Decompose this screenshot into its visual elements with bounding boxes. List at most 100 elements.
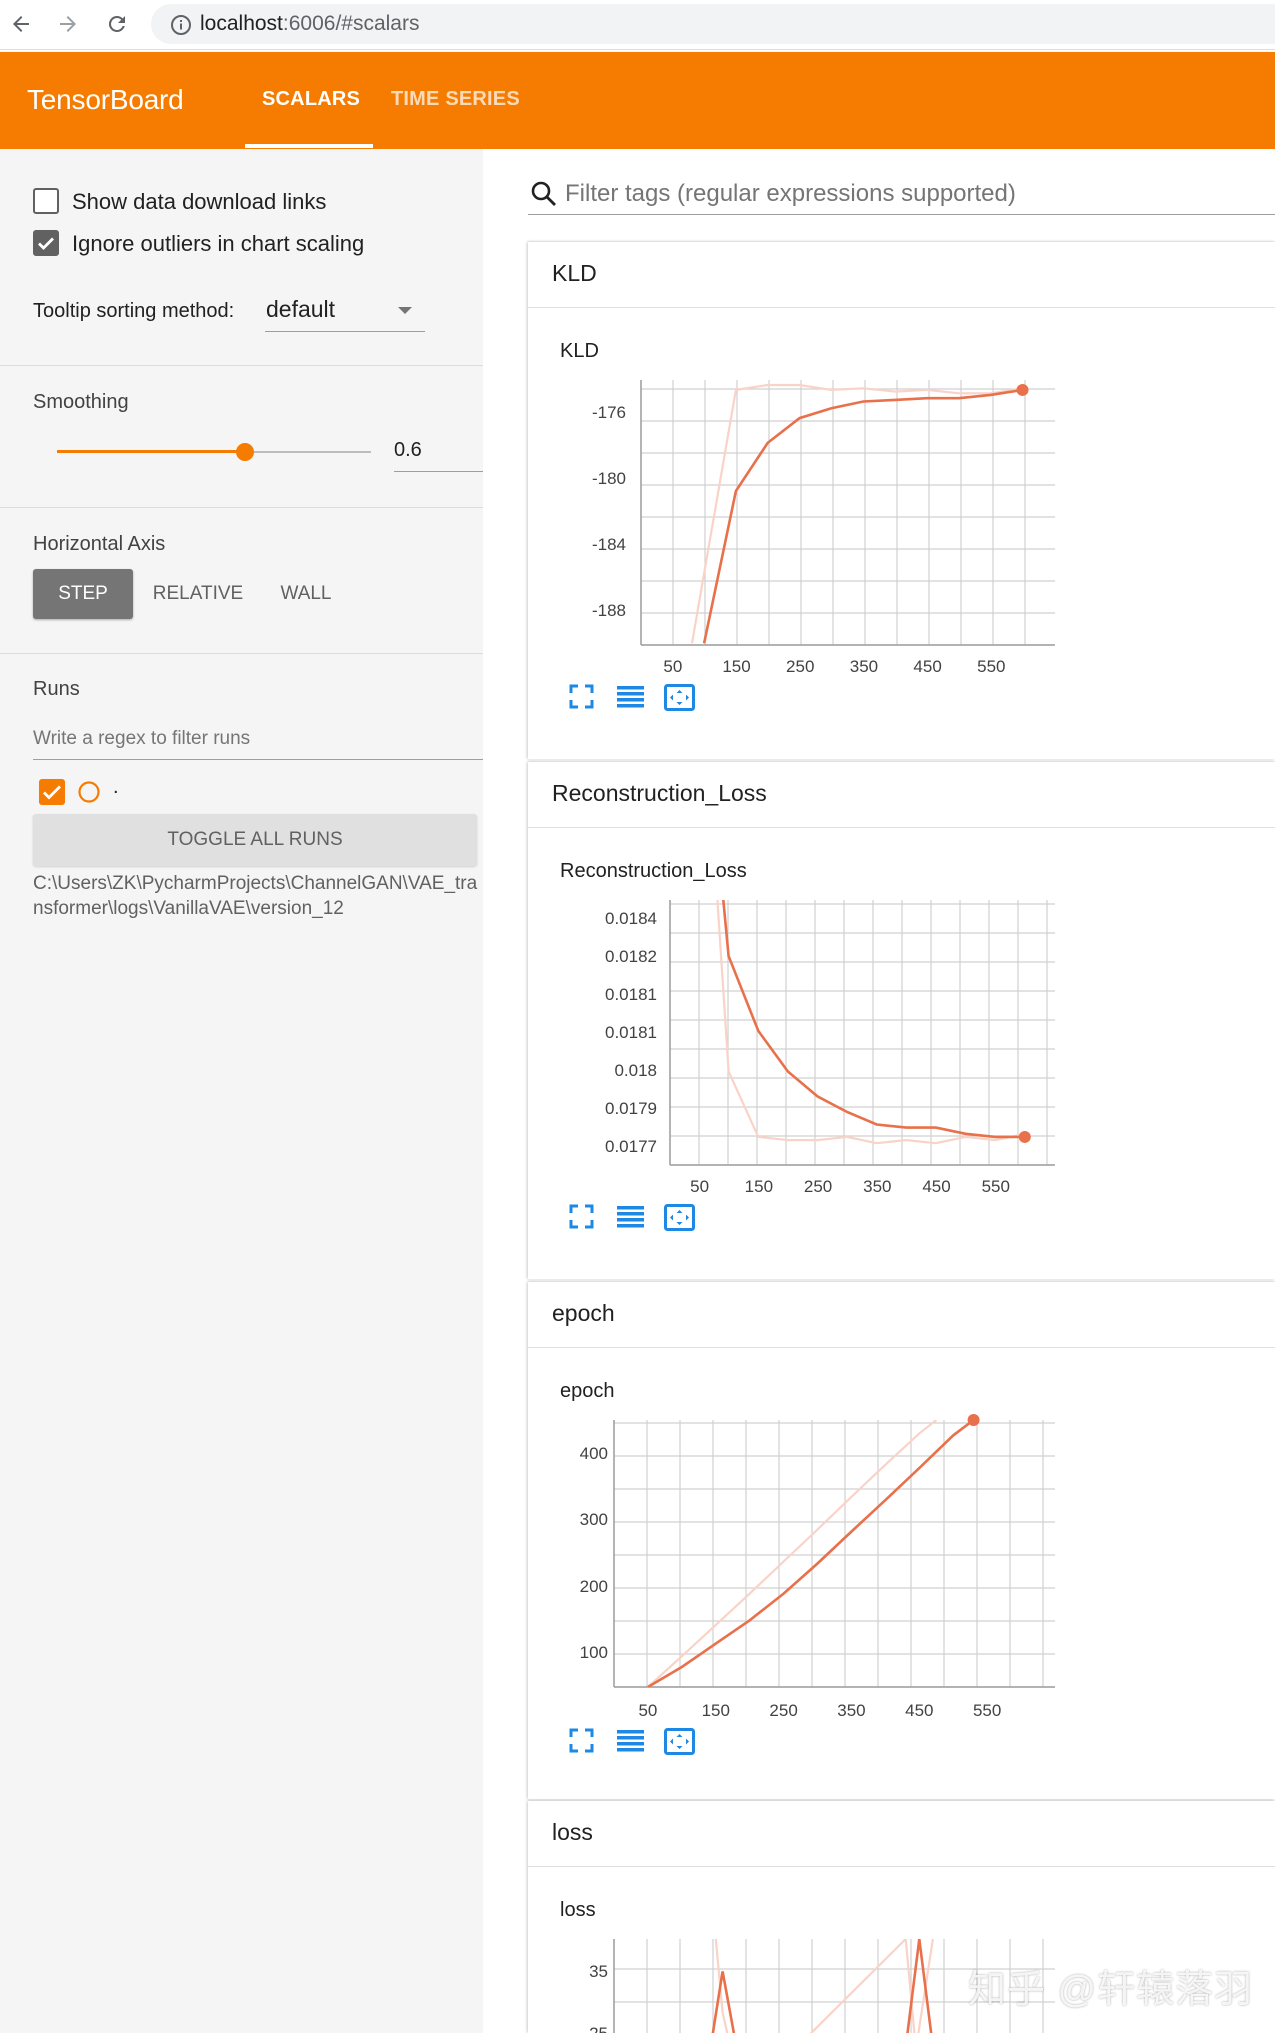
ignore-outliers-checkbox[interactable] xyxy=(33,230,59,256)
chart-controls xyxy=(569,1728,695,1755)
fullscreen-icon[interactable] xyxy=(569,1204,594,1229)
x-tick-label: 450 xyxy=(905,1701,933,1720)
y-tick-label: 300 xyxy=(580,1510,608,1529)
y-tick-label: 0.0181 xyxy=(605,985,657,1004)
x-tick-label: 350 xyxy=(850,657,878,676)
reload-icon xyxy=(108,15,125,32)
y-tick-label: -184 xyxy=(592,535,626,554)
dropdown-arrow-icon xyxy=(398,307,412,314)
fullscreen-icon[interactable] xyxy=(569,1728,594,1753)
tooltip-sorting-label: Tooltip sorting method: xyxy=(33,300,235,322)
axis-wall-button[interactable]: WALL xyxy=(271,569,341,619)
info-icon[interactable] xyxy=(170,14,192,36)
x-tick-label: 250 xyxy=(769,1701,797,1720)
y-tick-label: 100 xyxy=(580,1643,608,1662)
x-tick-label: 250 xyxy=(804,1177,832,1196)
x-tick-label: 550 xyxy=(977,657,1005,676)
x-tick-label: 350 xyxy=(837,1701,865,1720)
toggle-log-scale-icon[interactable] xyxy=(617,1730,644,1752)
show-download-links-label: Show data download links xyxy=(72,189,327,214)
watermark: 知乎 @轩辕落羽 xyxy=(968,1969,1254,2011)
x-tick-label: 50 xyxy=(638,1701,657,1720)
y-tick-label: 0.0179 xyxy=(605,1099,657,1118)
smoothing-value: 0.6 xyxy=(394,439,422,461)
axis-step-button[interactable]: STEP xyxy=(33,569,133,619)
active-tab-indicator xyxy=(245,144,373,148)
chart-controls xyxy=(569,684,695,711)
y-tick-label: 0.0184 xyxy=(605,909,657,928)
y-tick-label: 0.018 xyxy=(614,1061,657,1080)
fit-domain-icon[interactable] xyxy=(664,1728,695,1755)
tag-filter-input[interactable] xyxy=(528,214,1275,215)
epoch-chart[interactable]: 400 300 200 100 50 150 250 350 450 550 xyxy=(528,1282,1275,1799)
series-line-raw xyxy=(690,383,1023,644)
chart-grid xyxy=(640,380,1055,646)
runs-label: Runs xyxy=(33,678,80,700)
toggle-all-runs-button[interactable]: TOGGLE ALL RUNS xyxy=(33,814,477,866)
slider-knob[interactable] xyxy=(236,443,255,461)
slider-track-active xyxy=(57,450,246,453)
y-tick-label: -176 xyxy=(592,403,626,422)
x-tick-label: 50 xyxy=(690,1177,709,1196)
chart-grid xyxy=(613,1420,1055,1688)
run-checkbox[interactable] xyxy=(39,779,65,805)
url-path: :6006/#scalars xyxy=(282,12,420,35)
forward-button[interactable] xyxy=(53,9,83,39)
fullscreen-icon[interactable] xyxy=(569,684,594,709)
series-line-smoothed xyxy=(647,1420,975,1687)
y-tick-label: 200 xyxy=(580,1577,608,1596)
toggle-log-scale-icon[interactable] xyxy=(617,1206,644,1228)
fit-domain-icon[interactable] xyxy=(664,684,695,711)
axis-relative-button[interactable]: RELATIVE xyxy=(145,569,251,619)
kld-chart[interactable]: -176 -180 -184 -188 50 150 250 350 450 550 xyxy=(528,242,1275,759)
tooltip-sorting-value: default xyxy=(266,296,336,322)
y-tick-label: 0.0181 xyxy=(605,1023,657,1042)
section-divider xyxy=(0,653,483,654)
reconstruction-loss-chart[interactable]: 0.0184 0.0182 0.0181 0.0181 0.018 0.0179 0.017… xyxy=(528,762,1275,1279)
back-button[interactable] xyxy=(6,9,36,39)
tooltip-sorting-select[interactable]: default xyxy=(265,290,425,332)
series-line-smoothed xyxy=(722,900,1025,1139)
chart-controls xyxy=(569,1204,695,1231)
series-endpoint-dot xyxy=(1018,1130,1031,1143)
series-endpoint-dot xyxy=(967,1414,980,1426)
run-name: . xyxy=(113,776,119,798)
forward-arrow-icon xyxy=(60,16,76,32)
toggle-log-scale-icon[interactable] xyxy=(617,686,644,708)
series-line-raw xyxy=(714,1939,934,2033)
x-tick-label: 350 xyxy=(863,1177,891,1196)
y-tick-label: 0.0182 xyxy=(605,947,657,966)
checkmark-icon xyxy=(38,237,54,250)
y-tick-label: -180 xyxy=(592,469,626,488)
run-directory-path: C:\Users\ZK\PycharmProjects\ChannelGAN\V… xyxy=(33,873,478,919)
y-tick-label: 0.0177 xyxy=(605,1137,657,1156)
series-line-raw xyxy=(647,1420,937,1687)
scalar-card-epoch: epoch epoch 400 300 200 100 50 150 250 350 450 55… xyxy=(528,1282,1275,1799)
tab-time-series[interactable]: TIME SERIES xyxy=(391,88,520,111)
run-color-circle-icon[interactable] xyxy=(76,779,102,805)
x-tick-label: 550 xyxy=(973,1701,1001,1720)
fit-domain-icon[interactable] xyxy=(664,1204,695,1231)
x-tick-label: 50 xyxy=(663,657,682,676)
y-tick-label: 25 xyxy=(589,2024,608,2033)
smoothing-value-input[interactable]: 0.6 xyxy=(394,432,484,472)
tag-filter-placeholder[interactable]: Filter tags (regular expressions support… xyxy=(565,180,1016,208)
tab-scalars[interactable]: SCALARS xyxy=(262,88,360,111)
x-tick-label: 150 xyxy=(745,1177,773,1196)
scalar-card-reconstruction-loss: Reconstruction_Loss Reconstruction_Loss … xyxy=(528,762,1275,1279)
y-tick-label: 35 xyxy=(589,1962,608,1981)
app-header: TensorBoard SCALARS TIME SERIES xyxy=(0,52,1275,149)
series-endpoint-dot xyxy=(1016,383,1029,396)
show-download-links-checkbox[interactable] xyxy=(33,188,59,214)
smoothing-slider[interactable] xyxy=(57,442,371,462)
reload-button[interactable] xyxy=(102,9,132,39)
x-tick-label: 250 xyxy=(786,657,814,676)
url-host: localhost xyxy=(200,12,283,35)
horizontal-axis-label: Horizontal Axis xyxy=(33,533,166,555)
checkmark-icon xyxy=(43,785,61,800)
search-icon xyxy=(531,181,556,206)
runs-filter-input[interactable]: Write a regex to filter runs xyxy=(33,720,484,760)
app-brand[interactable]: TensorBoard xyxy=(27,84,184,116)
x-tick-label: 450 xyxy=(922,1177,950,1196)
smoothing-label: Smoothing xyxy=(33,391,129,413)
